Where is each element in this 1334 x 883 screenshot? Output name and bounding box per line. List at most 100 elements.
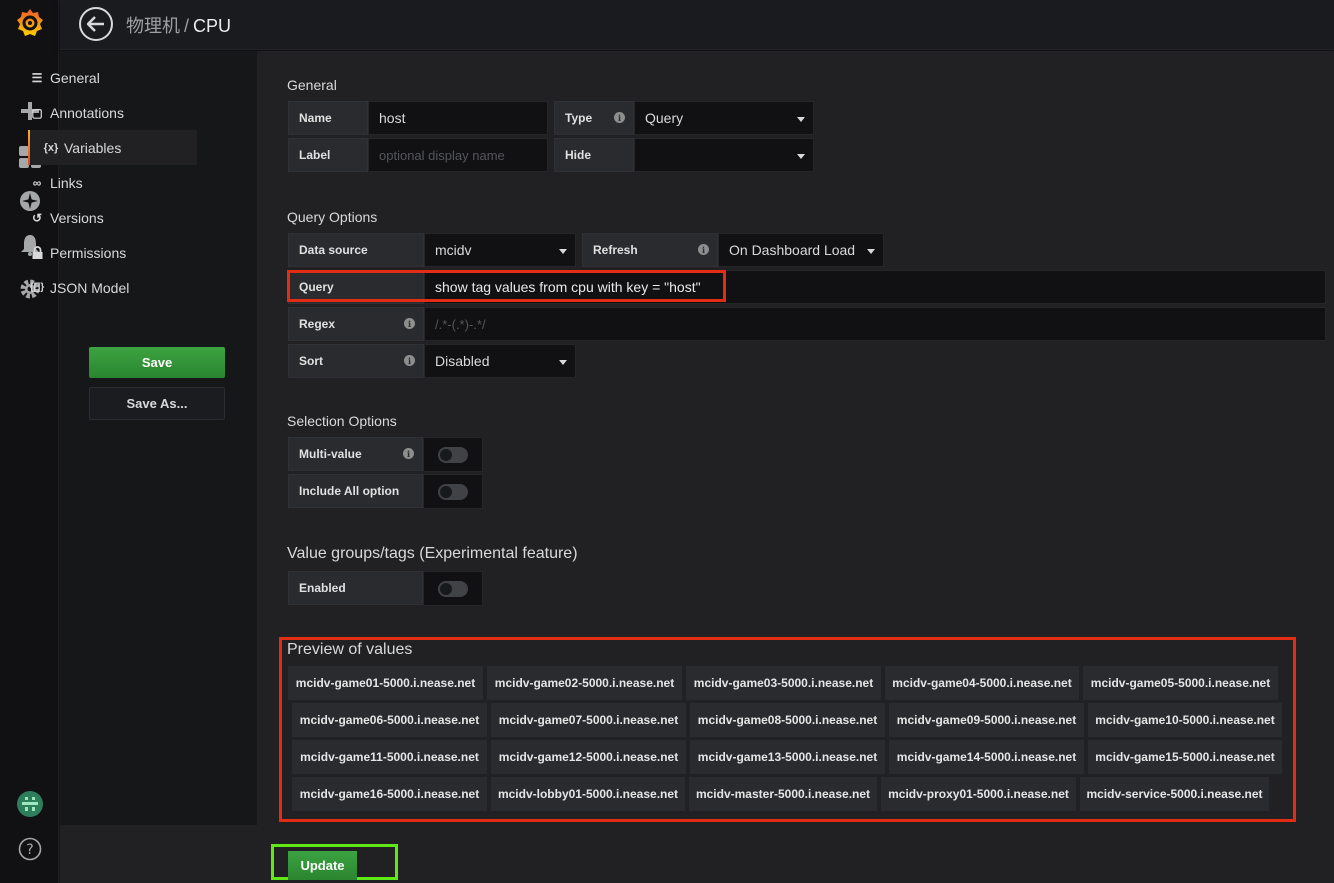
update-button[interactable]: Update xyxy=(288,851,357,880)
type-label-text: Type xyxy=(565,111,593,125)
history-icon: ↺ xyxy=(31,210,43,225)
info-icon[interactable]: i xyxy=(404,355,415,366)
preview-value: mcidv-game04-5000.i.nease.net xyxy=(885,666,1079,700)
sidebar-item-annotations[interactable]: ▢ Annotations xyxy=(29,95,197,130)
datasource-select[interactable]: mcidv xyxy=(424,233,576,267)
preview-value: mcidv-game08-5000.i.nease.net xyxy=(690,703,885,737)
datasource-select-value: mcidv xyxy=(435,242,472,258)
refresh-select-value: On Dashboard Load xyxy=(729,242,856,258)
caret-down-icon xyxy=(559,360,567,365)
hide-label: Hide xyxy=(554,138,634,172)
breadcrumb-folder[interactable]: 物理机 xyxy=(126,16,180,36)
name-input[interactable]: host xyxy=(368,101,548,135)
preview-value: mcidv-game10-5000.i.nease.net xyxy=(1088,703,1282,737)
sidebar-footer xyxy=(60,825,257,883)
sidebar-item-label: Links xyxy=(50,174,83,191)
preview-value: mcidv-game11-5000.i.nease.net xyxy=(292,740,487,774)
query-options-heading: Query Options xyxy=(287,209,378,225)
type-select[interactable]: Query xyxy=(634,101,814,135)
save-as-button[interactable]: Save As... xyxy=(89,387,225,420)
info-icon[interactable]: i xyxy=(404,318,415,329)
lock-icon xyxy=(29,246,45,259)
include-all-switch[interactable] xyxy=(423,474,483,509)
sort-select-value: Disabled xyxy=(435,353,490,369)
enabled-switch[interactable] xyxy=(423,571,483,606)
svg-text:?: ? xyxy=(26,842,33,858)
caret-down-icon xyxy=(559,249,567,254)
enabled-label: Enabled xyxy=(288,571,423,605)
query-highlight xyxy=(287,270,726,302)
sidebar-item-variables[interactable]: {x} Variables xyxy=(28,130,197,165)
sidebar-item-json-model[interactable]: {[]} JSON Model xyxy=(29,270,197,305)
selection-options-heading: Selection Options xyxy=(287,413,397,429)
regex-label: Regex i xyxy=(288,307,424,341)
info-icon[interactable]: i xyxy=(698,244,709,255)
name-label: Name xyxy=(288,101,368,135)
sidebar-item-permissions[interactable]: Permissions xyxy=(29,235,197,270)
preview-value: mcidv-game07-5000.i.nease.net xyxy=(491,703,686,737)
sidebar-item-label: Annotations xyxy=(50,104,124,121)
caret-down-icon xyxy=(797,154,805,159)
sidebar-item-versions[interactable]: ↺ Versions xyxy=(29,200,197,235)
refresh-label: Refresh i xyxy=(582,233,718,267)
refresh-select[interactable]: On Dashboard Load xyxy=(718,233,884,267)
sidebar-item-label: Permissions xyxy=(50,244,127,261)
info-icon[interactable]: i xyxy=(614,112,625,123)
info-icon[interactable]: i xyxy=(403,448,414,459)
type-select-value: Query xyxy=(645,110,684,126)
hide-select[interactable] xyxy=(634,138,814,172)
sort-select[interactable]: Disabled xyxy=(424,344,576,378)
preview-value: mcidv-master-5000.i.nease.net xyxy=(689,777,877,811)
preview-value: mcidv-game01-5000.i.nease.net xyxy=(288,666,483,700)
regex-label-text: Regex xyxy=(299,317,336,331)
help-icon[interactable]: ? xyxy=(0,834,59,864)
sidebar-item-links[interactable]: ∞ Links xyxy=(29,165,197,200)
preview-value: mcidv-game14-5000.i.nease.net xyxy=(889,740,1084,774)
preview-value: mcidv-game09-5000.i.nease.net xyxy=(889,703,1084,737)
sidebar-item-label: General xyxy=(50,69,100,86)
sidebar-item-label: Variables xyxy=(64,139,122,156)
include-all-label: Include All option xyxy=(288,474,423,508)
regex-input[interactable]: /.*-(.*)-.*/ xyxy=(424,307,1326,341)
sort-label: Sort i xyxy=(288,344,424,378)
sliders-icon: ☰ xyxy=(31,70,43,85)
breadcrumb-separator: / xyxy=(184,16,190,36)
preview-value: mcidv-game13-5000.i.nease.net xyxy=(690,740,885,774)
breadcrumb: 物理机 / CPU xyxy=(126,12,231,38)
sidebar-item-label: Versions xyxy=(50,209,104,226)
sidebar-item-label: JSON Model xyxy=(50,279,130,296)
toggle-knob xyxy=(438,484,468,500)
preview-value: mcidv-game02-5000.i.nease.net xyxy=(487,666,682,700)
multi-value-label: Multi-value i xyxy=(288,437,423,471)
sort-label-text: Sort xyxy=(299,354,323,368)
preview-value: mcidv-game16-5000.i.nease.net xyxy=(292,777,487,811)
dashboard-title[interactable]: CPU xyxy=(193,16,231,36)
preview-value: mcidv-game06-5000.i.nease.net xyxy=(292,703,487,737)
navbar: 物理机 / CPU xyxy=(60,0,1334,50)
sidebar-item-general[interactable]: ☰ General xyxy=(29,60,197,95)
preview-value: mcidv-game03-5000.i.nease.net xyxy=(686,666,881,700)
preview-value: mcidv-proxy01-5000.i.nease.net xyxy=(881,777,1076,811)
label-label: Label xyxy=(288,138,368,172)
caret-down-icon xyxy=(867,249,875,254)
save-button[interactable]: Save xyxy=(89,347,225,378)
preview-value: mcidv-service-5000.i.nease.net xyxy=(1080,777,1269,811)
refresh-label-text: Refresh xyxy=(593,243,638,257)
user-avatar[interactable] xyxy=(0,789,59,819)
preview-value: mcidv-lobby01-5000.i.nease.net xyxy=(491,777,685,811)
arrow-left-icon xyxy=(87,16,104,32)
caret-down-icon xyxy=(797,117,805,122)
grafana-logo[interactable] xyxy=(0,4,59,42)
preview-heading: Preview of values xyxy=(287,641,413,658)
datasource-label: Data source xyxy=(288,233,424,267)
back-button[interactable] xyxy=(79,7,113,41)
label-input[interactable]: optional display name xyxy=(368,138,548,172)
toggle-knob xyxy=(438,447,468,463)
multi-value-switch[interactable] xyxy=(423,437,483,472)
preview-value: mcidv-game12-5000.i.nease.net xyxy=(491,740,686,774)
type-label: Type i xyxy=(554,101,634,135)
general-heading: General xyxy=(287,77,337,93)
preview-value: mcidv-game15-5000.i.nease.net xyxy=(1088,740,1282,774)
multi-value-label-text: Multi-value xyxy=(299,447,362,461)
toggle-knob xyxy=(438,581,468,597)
